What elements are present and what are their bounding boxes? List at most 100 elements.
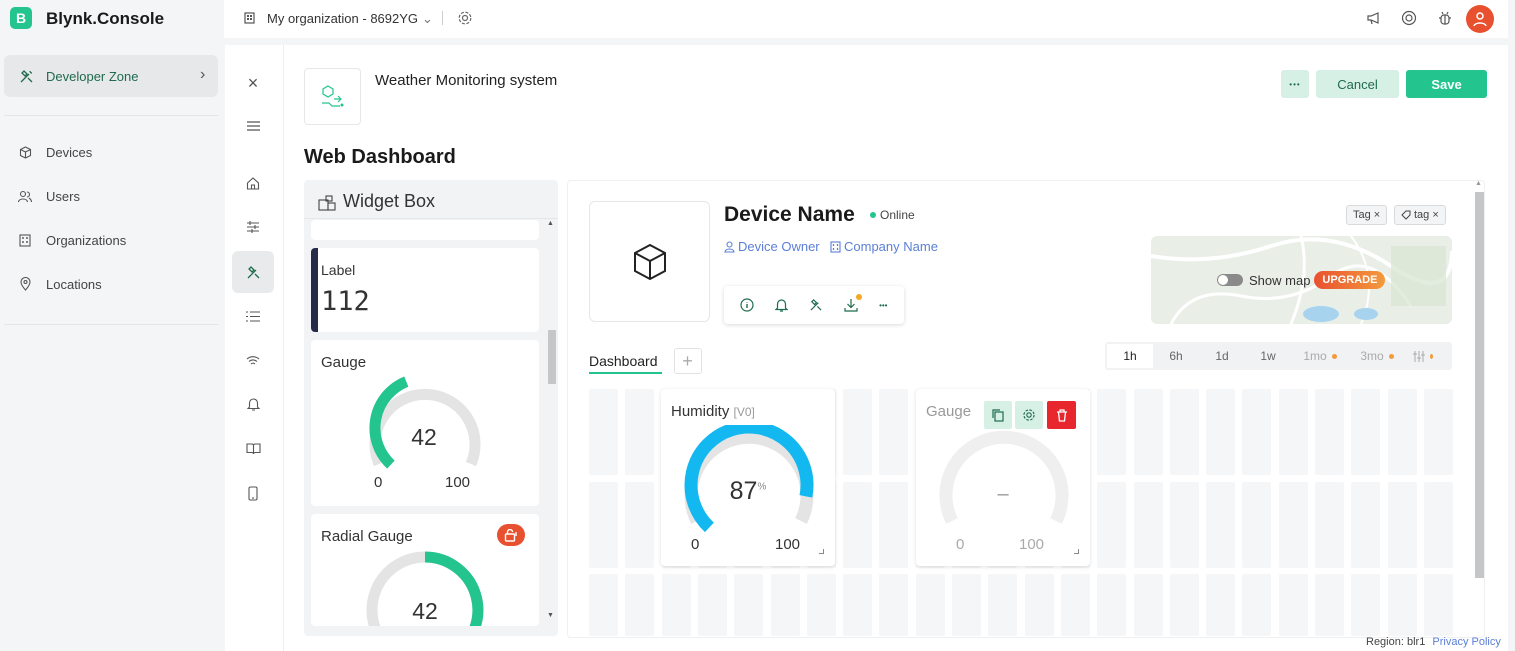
grid-cell [589,389,618,475]
gauge-min: 0 [374,474,383,491]
sidebar-item-users[interactable]: Users [18,187,218,207]
upgrade-badge[interactable]: UPGRADE [1314,271,1386,289]
building-icon [830,240,841,253]
resize-handle[interactable] [1074,549,1079,554]
device-name: Device Name [724,203,855,226]
privacy-link[interactable]: Privacy Policy [1432,636,1500,648]
add-tab-button[interactable]: + [673,348,702,374]
divider [442,11,443,25]
gauge-widget[interactable]: Gauge – 0 100 [916,389,1090,566]
gear-icon[interactable] [456,9,474,27]
web-dashboard-icon[interactable] [232,251,274,293]
download-icon[interactable] [844,294,863,312]
owner-label: Device Owner [738,239,820,254]
datastream-pin: [V0] [733,405,755,419]
home-icon[interactable] [232,162,274,204]
bell-icon[interactable] [232,383,274,425]
avatar[interactable] [1466,5,1494,33]
template-icon[interactable] [304,68,361,125]
range-3mo[interactable]: 3mo [1349,344,1405,368]
premium-dot [1331,353,1337,359]
divider [4,324,218,325]
widget-box-scrollbar[interactable]: ▲ ▼ [545,220,558,626]
widget-title: Humidity [V0] [671,403,755,420]
widget-title: Label [321,262,356,278]
device-owner-link[interactable]: Device Owner [724,239,820,254]
bug-icon[interactable] [1436,9,1454,27]
org-selector[interactable]: My organization - 8692YG ⌄ [267,11,433,27]
widget-card-label[interactable]: Label 112 [311,248,539,332]
cube-icon [18,145,32,159]
device-image[interactable] [589,201,710,322]
resize-handle[interactable] [819,549,824,554]
scrollbar-thumb[interactable] [1475,192,1484,578]
scrollbar-thumb[interactable] [548,330,556,384]
sidebar-item-locations[interactable]: Locations [18,275,218,295]
widget-card-partial[interactable] [311,220,539,240]
range-6h[interactable]: 6h [1153,344,1199,368]
custom-range[interactable] [1405,344,1441,368]
tools-icon[interactable] [809,298,823,312]
grid-cell [770,574,800,636]
scroll-down-icon[interactable]: ▼ [547,612,554,619]
close-icon[interactable]: × [244,73,262,93]
cancel-button[interactable]: Cancel [1316,70,1399,98]
info-icon[interactable] [740,298,755,312]
mobile-icon[interactable] [232,472,274,514]
premium-dot [1388,353,1394,359]
tag-chip[interactable]: Tag × [1346,205,1388,225]
lock-upgrade-icon[interactable] [497,524,525,546]
range-1h[interactable]: 1h [1107,344,1153,368]
canvas-scrollbar[interactable]: ▲ [1474,180,1485,630]
dashboard-tabs: Dashboard + [589,348,702,374]
show-map-toggle[interactable]: Show map UPGRADE [1217,271,1386,289]
widget-card-radial-gauge[interactable]: Radial Gauge 42 [311,514,539,626]
divider [304,218,558,219]
more-icon[interactable]: ••• [879,301,887,310]
help-icon[interactable] [1400,9,1418,27]
datastreams-icon[interactable] [232,206,274,248]
grid-cell [1060,574,1090,636]
range-1d[interactable]: 1d [1199,344,1245,368]
book-icon[interactable] [232,428,274,470]
show-map-label: Show map [1249,272,1311,288]
sidebar-item-organizations[interactable]: Organizations [18,231,218,251]
scroll-up-icon[interactable]: ▲ [547,220,554,227]
tag-label: tag × [1414,209,1439,221]
toggle-switch[interactable] [1217,274,1243,286]
grid-cell [625,574,655,636]
region-label: Region: blr1 [1366,636,1426,648]
blynk-logo[interactable]: B [10,7,32,29]
building-icon [18,233,32,247]
humidity-gauge-widget[interactable]: Humidity [V0] 87% 0 100 [661,389,835,566]
list-icon[interactable] [232,295,274,337]
scroll-up-icon[interactable]: ▲ [1475,180,1482,187]
grid-cell [1351,574,1381,636]
more-button[interactable]: ••• [1281,70,1309,98]
grid-cell [661,574,691,636]
grid-cell [1278,574,1308,636]
megaphone-icon[interactable] [1365,9,1383,27]
grid-cell [1242,574,1272,636]
tab-dashboard[interactable]: Dashboard [589,353,658,369]
grid-cell [1024,574,1054,636]
save-button[interactable]: Save [1406,70,1487,98]
gauge-value: 42 [411,424,437,450]
pin-icon [18,277,32,291]
template-name[interactable]: Weather Monitoring system [375,72,557,89]
label-value: 112 [321,286,370,317]
grid-cell [1423,389,1453,475]
menu-icon[interactable] [245,118,261,134]
grid-cell [1206,482,1236,568]
bell-icon[interactable] [775,298,789,312]
widget-title: Gauge [321,354,367,371]
wifi-icon[interactable] [232,339,274,381]
sidebar-item-devices[interactable]: Devices [18,143,218,163]
tag-chip[interactable]: tag × [1394,205,1446,225]
sidebar-item-label: Organizations [46,233,127,248]
range-1w[interactable]: 1w [1245,344,1291,368]
grid-cell [1315,389,1344,475]
company-link[interactable]: Company Name [830,239,938,254]
widget-card-gauge[interactable]: Gauge 42 0 100 [311,340,539,506]
range-1mo[interactable]: 1mo [1291,344,1349,368]
